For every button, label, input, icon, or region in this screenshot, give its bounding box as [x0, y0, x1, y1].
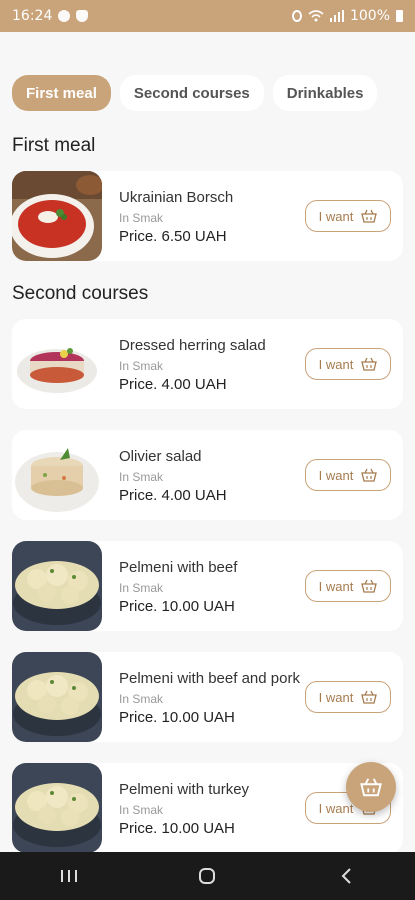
status-bar: 16:24 100%: [0, 0, 415, 32]
i-want-label: I want: [318, 800, 354, 816]
menu-item-card: Dressed herring salad In Smak Price. 4.0…: [12, 319, 403, 409]
borsch-image: [12, 171, 102, 261]
back-button[interactable]: [326, 861, 366, 891]
i-want-label: I want: [318, 578, 354, 594]
basket-icon: [360, 778, 382, 797]
messenger-icon: [58, 10, 71, 22]
status-time: 16:24: [12, 8, 53, 24]
cart-fab-button[interactable]: [346, 762, 396, 812]
home-button[interactable]: [187, 861, 227, 891]
i-want-label: I want: [318, 356, 354, 372]
shield-icon: [76, 10, 89, 22]
basket-icon: [361, 468, 378, 482]
basket-icon: [361, 690, 378, 704]
battery-text: 100%: [349, 8, 390, 24]
pelmeni-image: [12, 541, 102, 631]
tab-first-meal[interactable]: First meal: [12, 75, 111, 111]
olivier-salad-image: [12, 430, 102, 520]
basket-icon: [361, 209, 378, 223]
i-want-label: I want: [318, 689, 354, 705]
menu-item-card: Pelmeni with beef and pork In Smak Price…: [12, 652, 403, 742]
wifi-icon: [308, 10, 324, 22]
recent-apps-button[interactable]: [49, 861, 89, 891]
home-icon: [199, 868, 216, 884]
battery-icon: [396, 10, 403, 22]
basket-icon: [361, 579, 378, 593]
menu-item-card: Pelmeni with turkey In Smak Price. 10.00…: [12, 763, 403, 853]
signal-icon: [329, 10, 344, 22]
menu-item-card: Ukrainian Borsch In Smak Price. 6.50 UAH…: [12, 171, 403, 261]
herring-salad-image: [12, 319, 102, 409]
pelmeni-image: [12, 763, 102, 853]
tab-second-courses[interactable]: Second courses: [119, 75, 264, 111]
alarm-icon: [291, 10, 302, 22]
tab-drinkables[interactable]: Drinkables: [272, 75, 378, 111]
i-want-label: I want: [318, 467, 354, 483]
menu-item-card: Olivier salad In Smak Price. 4.00 UAH I …: [12, 430, 403, 520]
i-want-button[interactable]: I want: [305, 200, 391, 232]
i-want-button[interactable]: I want: [305, 570, 391, 602]
system-nav-bar: [0, 852, 415, 900]
section-title-first-meal: First meal: [12, 135, 96, 156]
category-tabs: First meal Second courses Drinkables: [12, 75, 378, 111]
back-icon: [341, 868, 351, 884]
recent-apps-icon: [61, 870, 78, 882]
menu-item-card: Pelmeni with beef In Smak Price. 10.00 U…: [12, 541, 403, 631]
basket-icon: [361, 357, 378, 371]
i-want-button[interactable]: I want: [305, 348, 391, 380]
i-want-button[interactable]: I want: [305, 681, 391, 713]
i-want-button[interactable]: I want: [305, 459, 391, 491]
section-title-second-courses: Second courses: [12, 283, 149, 304]
i-want-label: I want: [318, 208, 354, 224]
pelmeni-image: [12, 652, 102, 742]
